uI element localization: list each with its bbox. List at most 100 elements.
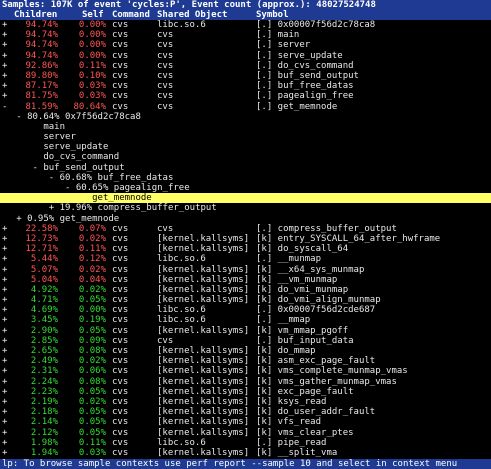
- report-row[interactable]: +4.92% 0.02% cvs [kernel.kallsyms] [k] do_vm…: [0, 285, 491, 295]
- expand-toggle[interactable]: +: [2, 61, 7, 71]
- expand-toggle[interactable]: +: [2, 30, 7, 40]
- expand-toggle[interactable]: +: [2, 305, 7, 315]
- expand-toggle[interactable]: +: [2, 244, 7, 254]
- report-row[interactable]: +5.07% 0.02% cvs [kernel.kallsyms] [k] __x64…: [0, 265, 491, 275]
- command-name: cvs: [112, 264, 129, 275]
- symbol-name: [k] do_mmap: [256, 346, 316, 356]
- report-row[interactable]: - 81.59% 80.64% cvs cvs [.] get_memnode: [0, 102, 491, 112]
- expand-toggle[interactable]: +: [2, 417, 7, 427]
- command-name: cvs: [112, 60, 129, 71]
- callchain-entry[interactable]: - 60.68% buf_free_datas: [0, 173, 491, 183]
- expand-toggle[interactable]: +: [2, 51, 7, 61]
- symbol-name: [k] do_vmi_align_munmap: [256, 295, 381, 306]
- command-name: cvs: [112, 366, 129, 377]
- expand-toggle[interactable]: +: [2, 20, 7, 30]
- expand-toggle[interactable]: +: [2, 438, 7, 448]
- symbol-name: [k] exc_page_fault: [256, 386, 354, 397]
- expand-toggle[interactable]: +: [2, 224, 7, 234]
- expand-toggle[interactable]: +: [2, 366, 7, 376]
- expand-toggle[interactable]: +: [2, 387, 7, 397]
- report-row[interactable]: +2.14% 0.05% cvs [kernel.kallsyms] [k] vfs_r…: [0, 417, 491, 427]
- report-row[interactable]: +4.69% 0.00% cvs libc.so.6 [.] 0x00007f56d2c…: [0, 305, 491, 315]
- expand-toggle[interactable]: +: [2, 285, 7, 295]
- expand-toggle[interactable]: +: [2, 40, 7, 50]
- report-row[interactable]: +1.98% 0.11% cvs libc.so.6 [.] pipe_read: [0, 438, 491, 448]
- report-row[interactable]: +94.74% 0.00% cvs cvs [.] main: [0, 30, 491, 40]
- command-name: cvs: [112, 447, 129, 458]
- report-row[interactable]: +2.23% 0.05% cvs [kernel.kallsyms] [k] exc_p…: [0, 387, 491, 397]
- report-row[interactable]: +94.74% 0.00% cvs cvs [.] serve_update: [0, 51, 491, 61]
- report-row[interactable]: +2.24% 0.08% cvs [kernel.kallsyms] [k] vms_g…: [0, 377, 491, 387]
- callchain-entry[interactable]: do_cvs_command: [0, 152, 491, 162]
- expand-toggle[interactable]: +: [2, 326, 7, 336]
- report-row[interactable]: +5.04% 0.04% cvs [kernel.kallsyms] [k] __vm_…: [0, 275, 491, 285]
- callchain-entry[interactable]: get_memnode: [0, 193, 491, 204]
- callchain-entry[interactable]: - 60.65% pagealign_free: [0, 183, 491, 193]
- callchain-entry[interactable]: - 80.64% 0x7f56d2c78ca8: [0, 112, 491, 122]
- report-row[interactable]: +2.90% 0.05% cvs [kernel.kallsyms] [k] vm_mm…: [0, 326, 491, 336]
- report-row[interactable]: +2.31% 0.06% cvs [kernel.kallsyms] [k] vms_c…: [0, 366, 491, 376]
- expand-toggle[interactable]: +: [2, 275, 7, 285]
- column-shared-object[interactable]: Shared Object: [157, 10, 227, 20]
- expand-toggle[interactable]: +: [2, 336, 7, 346]
- report-row[interactable]: +2.18% 0.05% cvs [kernel.kallsyms] [k] do_us…: [0, 407, 491, 417]
- report-row[interactable]: +92.86% 0.11% cvs cvs [.] do_cvs_command: [0, 61, 491, 71]
- report-row[interactable]: +2.49% 0.02% cvs [kernel.kallsyms] [k] asm_e…: [0, 356, 491, 366]
- expand-toggle[interactable]: +: [2, 81, 7, 91]
- expand-toggle[interactable]: +: [2, 377, 7, 387]
- expand-toggle[interactable]: +: [2, 254, 7, 264]
- children-percent: 4.69%: [30, 305, 58, 316]
- report-row[interactable]: +81.75% 0.03% cvs cvs [.] pagealign_free: [0, 91, 491, 101]
- callchain-entry[interactable]: - buf_send_output: [0, 163, 491, 173]
- expand-toggle[interactable]: +: [2, 234, 7, 244]
- command-name: cvs: [112, 356, 129, 367]
- callchain-entry[interactable]: + 0.95% get_memnode: [0, 214, 491, 224]
- expand-toggle[interactable]: +: [2, 407, 7, 417]
- expand-toggle[interactable]: +: [2, 265, 7, 275]
- shared-object: [kernel.kallsyms]: [157, 264, 250, 275]
- report-row[interactable]: +4.71% 0.05% cvs [kernel.kallsyms] [k] do_vm…: [0, 295, 491, 305]
- expand-toggle[interactable]: +: [2, 448, 7, 458]
- column-command[interactable]: Command: [112, 10, 150, 20]
- expand-toggle[interactable]: +: [2, 356, 7, 366]
- children-percent: 5.04%: [30, 274, 58, 285]
- expand-toggle[interactable]: +: [2, 71, 7, 81]
- command-name: cvs: [112, 284, 129, 295]
- report-row[interactable]: +2.65% 0.08% cvs [kernel.kallsyms] [k] do_mm…: [0, 346, 491, 356]
- report-row[interactable]: +12.73% 0.02% cvs [kernel.kallsyms] [k] entr…: [0, 234, 491, 244]
- report-row[interactable]: +12.71% 0.11% cvs [kernel.kallsyms] [k] do_s…: [0, 244, 491, 254]
- expand-toggle[interactable]: +: [2, 428, 7, 438]
- children-percent: 22.58%: [25, 223, 58, 234]
- report-row[interactable]: +2.19% 0.02% cvs [kernel.kallsyms] [k] ksys_…: [0, 397, 491, 407]
- report-row[interactable]: +87.17% 0.03% cvs cvs [.] buf_free_datas: [0, 81, 491, 91]
- expand-toggle[interactable]: +: [2, 346, 7, 356]
- report-row[interactable]: +22.58% 0.07% cvs cvs [.] compress_buffer_ou…: [0, 224, 491, 234]
- report-row[interactable]: +2.12% 0.05% cvs [kernel.kallsyms] [k] vms_c…: [0, 428, 491, 438]
- expand-toggle[interactable]: +: [2, 315, 7, 325]
- report-row[interactable]: +1.94% 0.03% cvs [kernel.kallsyms] [k] __spl…: [0, 448, 491, 458]
- callchain-entry[interactable]: main: [0, 122, 491, 132]
- callchain-entry[interactable]: serve_update: [0, 142, 491, 152]
- expand-toggle[interactable]: +: [2, 295, 7, 305]
- column-self[interactable]: Self: [82, 10, 104, 20]
- shared-object: [kernel.kallsyms]: [157, 376, 250, 387]
- column-header: Children Self Command Shared Object Symb…: [0, 10, 491, 20]
- self-percent: 0.04%: [78, 274, 106, 285]
- report-row[interactable]: +5.44% 0.12% cvs libc.so.6 [.] __munmap: [0, 254, 491, 264]
- column-symbol[interactable]: Symbol: [256, 10, 289, 20]
- report-row[interactable]: +89.80% 0.10% cvs cvs [.] buf_send_output: [0, 71, 491, 81]
- expand-toggle[interactable]: +: [2, 91, 7, 101]
- report-row[interactable]: +3.45% 0.19% cvs libc.so.6 [.] __mmap: [0, 315, 491, 325]
- callchain-text: main: [0, 121, 66, 132]
- report-row[interactable]: +94.74% 0.00% cvs libc.so.6 [.] 0x00007f56d2…: [0, 20, 491, 30]
- expand-toggle[interactable]: -: [2, 102, 7, 112]
- callchain-entry[interactable]: + 19.96% compress_buffer_output: [0, 203, 491, 213]
- column-children[interactable]: Children: [14, 10, 57, 20]
- report-row[interactable]: +2.85% 0.09% cvs cvs [.] buf_input_data: [0, 336, 491, 346]
- shared-object: [kernel.kallsyms]: [157, 386, 250, 397]
- expand-toggle[interactable]: +: [2, 397, 7, 407]
- self-percent: 0.10%: [78, 70, 106, 81]
- shared-object: cvs: [157, 223, 174, 234]
- callchain-entry[interactable]: server: [0, 132, 491, 142]
- report-row[interactable]: +94.74% 0.00% cvs cvs [.] server: [0, 40, 491, 50]
